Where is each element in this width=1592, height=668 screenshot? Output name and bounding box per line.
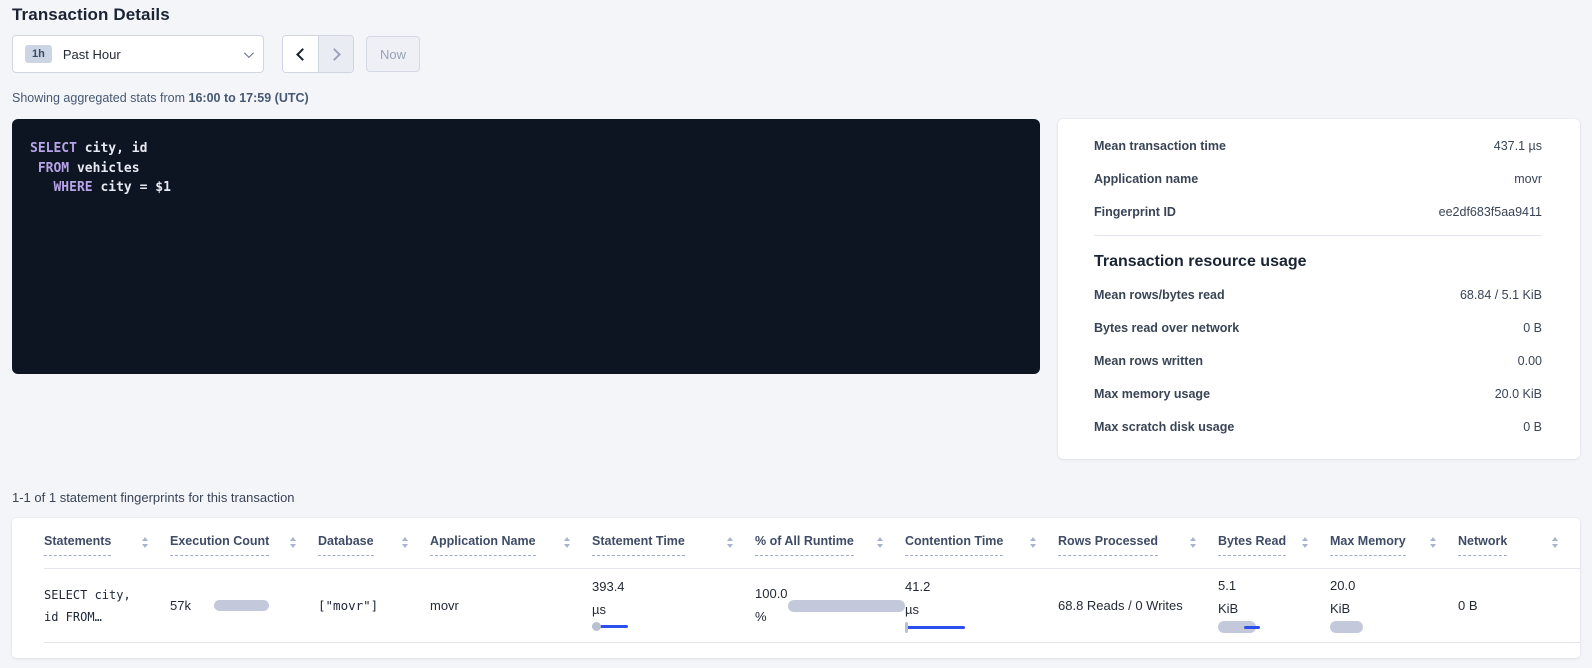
summary-row-application-name: Application name movr xyxy=(1094,162,1542,195)
execution-count-bar xyxy=(214,600,269,611)
summary-label: Bytes read over network xyxy=(1094,321,1239,335)
summary-row-mean-rows-written: Mean rows written 0.00 xyxy=(1094,344,1542,377)
sql-keyword: FROM xyxy=(38,161,69,176)
sql-line: WHERE city = $1 xyxy=(30,178,1022,198)
time-nav-arrows xyxy=(282,35,354,73)
statements-table-header: Statements Execution Count Database Appl… xyxy=(44,518,1580,569)
execution-count-cell: 57k xyxy=(170,598,318,613)
sort-carets-icon xyxy=(402,534,408,548)
bytes-read-bar xyxy=(1218,621,1262,633)
pct-runtime-cell: 100.0 % xyxy=(755,586,905,625)
column-header-application-name[interactable]: Application Name xyxy=(430,534,592,568)
time-range-label: Past Hour xyxy=(63,47,244,62)
summary-value: ee2df683f5aa9411 xyxy=(1439,205,1542,219)
chevron-down-icon xyxy=(244,48,254,58)
column-header-max-memory[interactable]: Max Memory xyxy=(1330,534,1458,568)
summary-row-max-scratch-disk-usage: Max scratch disk usage 0 B xyxy=(1094,410,1542,443)
sort-carets-icon xyxy=(142,534,148,548)
transaction-details-page: Transaction Details 1h Past Hour Now Sho… xyxy=(0,0,1592,658)
summary-value: 20.0 KiB xyxy=(1495,387,1542,401)
summary-row-mean-transaction-time: Mean transaction time 437.1 µs xyxy=(1094,129,1542,162)
bytes-read-cell: 5.1 KiB xyxy=(1218,578,1330,633)
page-title: Transaction Details xyxy=(12,5,1580,25)
sort-carets-icon xyxy=(1302,534,1308,548)
main-area: SELECT city, id FROM vehicles WHERE city… xyxy=(12,119,1580,459)
summary-row-mean-rows-bytes-read: Mean rows/bytes read 68.84 / 5.1 KiB xyxy=(1094,278,1542,311)
sort-carets-icon xyxy=(877,534,883,548)
sort-carets-icon xyxy=(564,534,570,548)
summary-label: Fingerprint ID xyxy=(1094,205,1176,219)
max-memory-cell: 20.0 KiB xyxy=(1330,578,1458,633)
column-header-execution-count[interactable]: Execution Count xyxy=(170,534,318,568)
sql-line: FROM vehicles xyxy=(30,159,1022,179)
chevron-left-icon xyxy=(296,48,309,61)
resource-usage-title: Transaction resource usage xyxy=(1094,241,1542,278)
prev-time-button[interactable] xyxy=(283,36,318,72)
summary-value: 437.1 µs xyxy=(1494,139,1542,153)
network-cell: 0 B xyxy=(1458,598,1580,613)
summary-label: Mean transaction time xyxy=(1094,139,1226,153)
sort-carets-icon xyxy=(1030,534,1036,548)
transaction-summary-card: Mean transaction time 437.1 µs Applicati… xyxy=(1058,119,1580,459)
pct-runtime-bar xyxy=(788,600,905,612)
statement-time-cell: 393.4 µs xyxy=(592,579,755,632)
sql-keyword: SELECT xyxy=(30,141,77,156)
aggregated-stats-line: Showing aggregated stats from 16:00 to 1… xyxy=(12,91,1580,105)
time-range-dropdown[interactable]: 1h Past Hour xyxy=(12,35,264,73)
summary-value: 0.00 xyxy=(1518,354,1542,368)
stats-range: 16:00 to 17:59 (UTC) xyxy=(189,91,309,105)
summary-row-max-memory-usage: Max memory usage 20.0 KiB xyxy=(1094,377,1542,410)
time-controls: 1h Past Hour Now xyxy=(12,35,1580,73)
now-button[interactable]: Now xyxy=(366,36,420,72)
summary-value: 68.84 / 5.1 KiB xyxy=(1460,288,1542,302)
interval-badge: 1h xyxy=(25,45,52,63)
column-header-statement-time[interactable]: Statement Time xyxy=(592,534,755,568)
contention-time-bar xyxy=(905,622,967,632)
sort-carets-icon xyxy=(1190,534,1196,548)
fingerprints-count-line: 1-1 of 1 statement fingerprints for this… xyxy=(12,490,1580,505)
sort-carets-icon xyxy=(727,534,733,548)
column-header-pct-runtime[interactable]: % of All Runtime xyxy=(755,534,905,568)
sort-carets-icon xyxy=(1430,534,1436,548)
summary-row-fingerprint-id: Fingerprint ID ee2df683f5aa9411 xyxy=(1094,195,1542,228)
summary-label: Mean rows written xyxy=(1094,354,1203,368)
summary-value: 0 B xyxy=(1523,321,1542,335)
summary-value: 0 B xyxy=(1523,420,1542,434)
column-header-statements[interactable]: Statements xyxy=(44,534,170,568)
column-header-network[interactable]: Network xyxy=(1458,534,1580,568)
column-header-rows-processed[interactable]: Rows Processed xyxy=(1058,534,1218,568)
sql-line: SELECT city, id xyxy=(30,139,1022,159)
max-memory-bar xyxy=(1330,621,1364,633)
sql-keyword: WHERE xyxy=(53,180,92,195)
column-header-contention-time[interactable]: Contention Time xyxy=(905,534,1058,568)
column-header-bytes-read[interactable]: Bytes Read xyxy=(1218,534,1330,568)
transaction-sql-box: SELECT city, id FROM vehicles WHERE city… xyxy=(12,119,1040,374)
next-time-button[interactable] xyxy=(318,36,353,72)
chevron-right-icon xyxy=(328,48,341,61)
stats-prefix: Showing aggregated stats from xyxy=(12,91,189,105)
application-name-cell: movr xyxy=(430,598,592,613)
summary-label: Mean rows/bytes read xyxy=(1094,288,1225,302)
statement-time-bar xyxy=(592,622,632,632)
summary-value: movr xyxy=(1514,172,1542,186)
statements-table: Statements Execution Count Database Appl… xyxy=(12,518,1580,658)
summary-divider xyxy=(1094,235,1542,236)
statement-row: SELECT city, id FROM… 57k ["movr"] movr … xyxy=(44,569,1580,643)
database-cell: ["movr"] xyxy=(318,598,430,613)
statement-fingerprint-link[interactable]: SELECT city, id FROM… xyxy=(44,584,170,628)
column-header-database[interactable]: Database xyxy=(318,534,430,568)
summary-label: Max memory usage xyxy=(1094,387,1210,401)
summary-label: Max scratch disk usage xyxy=(1094,420,1234,434)
sort-carets-icon xyxy=(1552,534,1558,548)
summary-label: Application name xyxy=(1094,172,1198,186)
contention-time-cell: 41.2 µs xyxy=(905,579,1058,632)
sort-carets-icon xyxy=(290,534,296,548)
rows-processed-cell: 68.8 Reads / 0 Writes xyxy=(1058,598,1218,613)
summary-row-bytes-read-over-network: Bytes read over network 0 B xyxy=(1094,311,1542,344)
